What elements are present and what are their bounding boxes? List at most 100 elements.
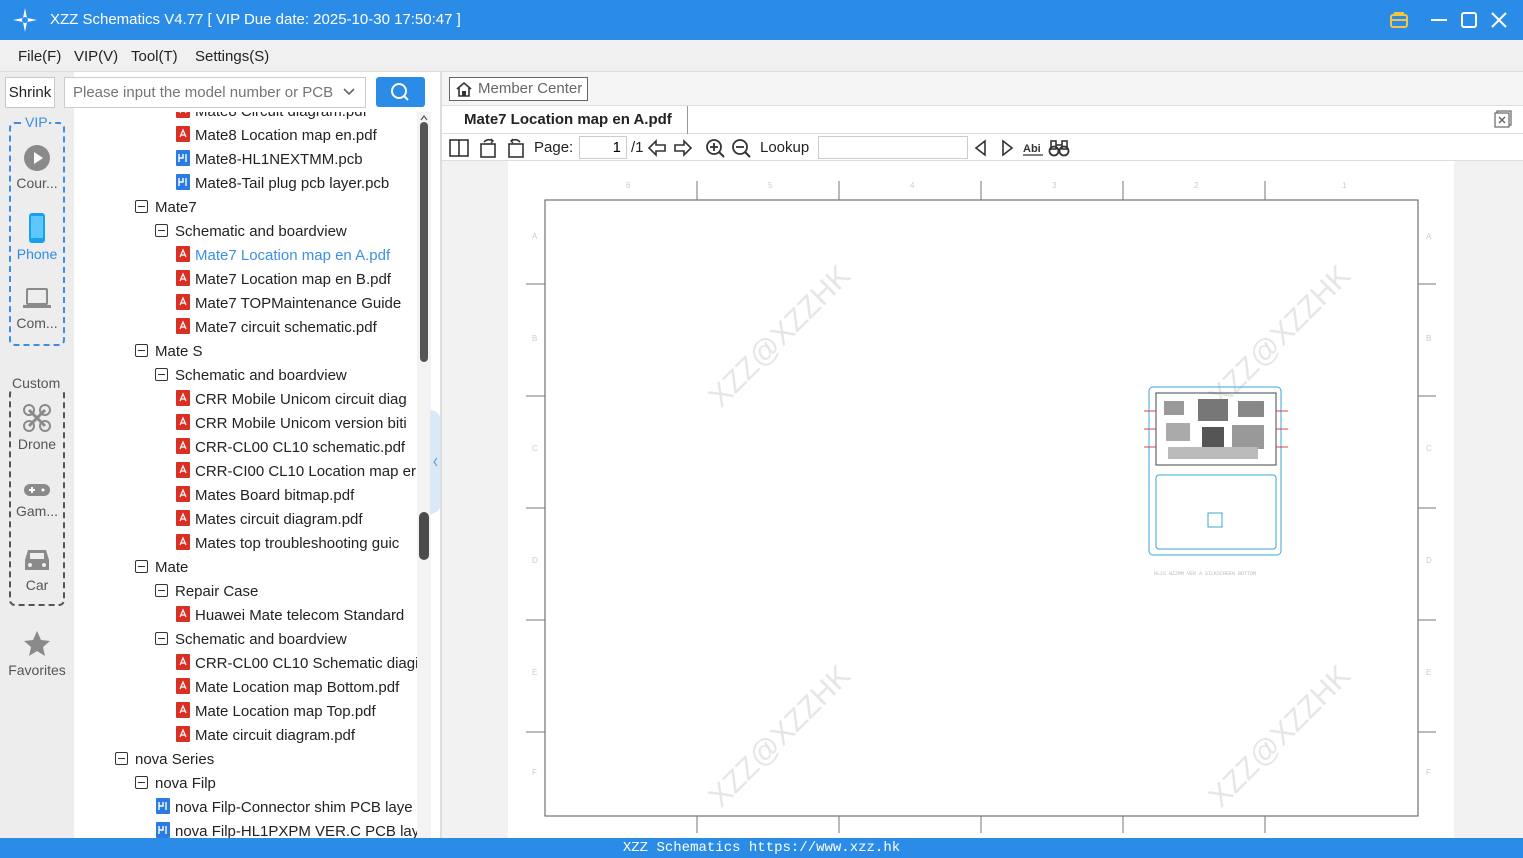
menu-tool[interactable]: Tool(T) bbox=[131, 48, 178, 65]
close-icon[interactable] bbox=[1487, 8, 1511, 32]
tree-item[interactable]: nova Filp-Connector shim PCB laye bbox=[156, 796, 413, 820]
search-button[interactable] bbox=[376, 77, 425, 107]
tree-item[interactable]: Mate circuit diagram.pdf bbox=[176, 724, 355, 748]
rotate-right-icon[interactable] bbox=[504, 137, 526, 159]
category-game[interactable]: Gam... bbox=[9, 480, 65, 519]
split-view-icon[interactable] bbox=[448, 137, 470, 159]
category-courses[interactable]: Cour... bbox=[9, 144, 65, 191]
category-phone[interactable]: Phone bbox=[9, 213, 65, 262]
tree-item[interactable]: CRR-CI00 CL10 Location map er bbox=[176, 460, 416, 484]
star-icon bbox=[24, 631, 50, 656]
pcb-icon bbox=[156, 798, 170, 815]
collapse-toggle[interactable] bbox=[115, 751, 128, 765]
find-prev-icon[interactable] bbox=[970, 137, 992, 159]
page-total: /1 bbox=[631, 139, 644, 156]
tree-item[interactable]: CRR-CL00 CL10 schematic.pdf bbox=[176, 436, 405, 460]
search-input[interactable] bbox=[65, 78, 335, 107]
tree-folder[interactable]: Mate7 bbox=[135, 196, 197, 220]
rotate-left-icon[interactable] bbox=[478, 137, 500, 159]
find-next-icon[interactable] bbox=[996, 137, 1018, 159]
collapse-toggle[interactable] bbox=[135, 775, 148, 789]
tree-item[interactable]: CRR-CL00 CL10 Schematic diagi bbox=[176, 652, 418, 676]
collapse-toggle[interactable] bbox=[135, 199, 148, 213]
svg-text:C: C bbox=[532, 444, 538, 453]
tree-scrollbar[interactable] bbox=[417, 112, 431, 838]
shrink-button[interactable]: Shrink bbox=[5, 77, 55, 108]
tree-item-label: CRR-CL00 CL10 schematic.pdf bbox=[195, 439, 406, 456]
tree-folder[interactable]: Schematic and boardview bbox=[155, 220, 347, 244]
svg-text:HL1S WZZMM VER A SILKSCREEN BO: HL1S WZZMM VER A SILKSCREEN BOTTOM bbox=[1154, 571, 1256, 577]
tree-item[interactable]: Mate8 Location map en.pdf bbox=[176, 124, 377, 148]
binoculars-icon[interactable] bbox=[1048, 137, 1070, 159]
category-label: Car bbox=[25, 577, 49, 593]
tree-item[interactable]: Mate7 Location map en B.pdf bbox=[176, 268, 391, 292]
svg-text:3: 3 bbox=[1052, 181, 1057, 190]
tree-item[interactable]: Mate Location map Bottom.pdf bbox=[176, 676, 399, 700]
tree-secondary-scroll-thumb[interactable] bbox=[419, 512, 429, 560]
tree-item[interactable]: Mate8-HL1NEXTMM.pcb bbox=[176, 148, 363, 172]
menu-file[interactable]: File(F) bbox=[18, 48, 61, 65]
drone-icon bbox=[23, 404, 51, 432]
play-circle-icon bbox=[24, 145, 50, 171]
collapse-toggle[interactable] bbox=[155, 631, 168, 645]
tree-scroll-thumb[interactable] bbox=[420, 122, 428, 362]
category-drone[interactable]: Drone bbox=[9, 403, 65, 452]
category-car[interactable]: Car bbox=[9, 546, 65, 593]
tree-item-label: CRR-CI00 CL10 Location map er bbox=[195, 463, 416, 480]
tree-item[interactable]: Mates circuit diagram.pdf bbox=[176, 508, 363, 532]
tree-folder[interactable]: Schematic and boardview bbox=[155, 364, 347, 388]
vip-badge-icon[interactable] bbox=[1387, 8, 1411, 32]
zoom-out-icon[interactable] bbox=[730, 137, 752, 159]
scroll-up-icon[interactable] bbox=[420, 114, 428, 122]
lookup-input[interactable] bbox=[818, 136, 968, 159]
tree-item-label: nova Filp-Connector shim PCB laye bbox=[175, 799, 413, 816]
category-favorites[interactable]: Favorites bbox=[4, 629, 70, 678]
close-tab-icon[interactable] bbox=[1494, 110, 1512, 128]
tree-item[interactable]: nova Filp-HL1PXPM VER.C PCB lay bbox=[156, 820, 419, 838]
collapse-toggle[interactable] bbox=[155, 367, 168, 381]
tree-item[interactable]: Mate8 Circuit diagram.pdf bbox=[176, 112, 367, 124]
tree-folder[interactable]: nova Filp bbox=[135, 772, 216, 796]
tree-folder[interactable]: Schematic and boardview bbox=[155, 628, 347, 652]
tree-item[interactable]: Mate8-Tail plug pcb layer.pcb bbox=[176, 172, 389, 196]
tree-item[interactable]: Mate7 circuit schematic.pdf bbox=[176, 316, 377, 340]
match-case-icon[interactable]: Abi bbox=[1022, 137, 1044, 159]
minimize-icon[interactable] bbox=[1427, 8, 1451, 32]
tree-item[interactable]: Mates Board bitmap.pdf bbox=[176, 484, 354, 508]
tree-item[interactable]: CRR Mobile Unicom circuit diag bbox=[176, 388, 407, 412]
prev-page-icon[interactable] bbox=[646, 137, 668, 159]
tree-item-selected[interactable]: Mate7 Location map en A.pdf bbox=[176, 244, 390, 268]
tree-item[interactable]: Mate Location map Top.pdf bbox=[176, 700, 376, 724]
svg-text:Abi: Abi bbox=[1023, 143, 1041, 155]
collapse-toggle[interactable] bbox=[135, 343, 148, 357]
svg-text:6: 6 bbox=[626, 181, 631, 190]
collapse-toggle[interactable] bbox=[135, 559, 148, 573]
tree-item[interactable]: Mate7 TOPMaintenance Guide bbox=[176, 292, 401, 316]
tree-item[interactable]: Huawei Mate telecom Standard bbox=[176, 604, 404, 628]
next-page-icon[interactable] bbox=[672, 137, 694, 159]
tree-folder[interactable]: Repair Case bbox=[155, 580, 258, 604]
maximize-icon[interactable] bbox=[1457, 8, 1481, 32]
tree-item[interactable]: Mates top troubleshooting guic bbox=[176, 532, 399, 556]
tree-item-label: Mate8-HL1NEXTMM.pcb bbox=[195, 151, 363, 168]
tree-item-label: Mate8 Location map en.pdf bbox=[195, 127, 377, 144]
tree-folder[interactable]: nova Series bbox=[115, 748, 214, 772]
tree-folder[interactable]: Mate bbox=[135, 556, 188, 580]
category-label: Gam... bbox=[15, 503, 58, 519]
pdf-icon bbox=[176, 294, 190, 311]
page-number-input[interactable] bbox=[579, 136, 627, 159]
pdf-page[interactable]: 6 5 4 3 2 1 A B C D E F A B C D E F XZZ@XZZHK XZZ@XZZHK… bbox=[508, 161, 1454, 838]
chevron-down-icon[interactable] bbox=[341, 84, 357, 100]
collapse-toggle[interactable] bbox=[155, 223, 168, 237]
menu-bar: File(F) VIP(V) Tool(T) Settings(S) bbox=[0, 40, 1523, 72]
tree-item-label: Repair Case bbox=[175, 583, 259, 600]
menu-vip[interactable]: VIP(V) bbox=[74, 48, 118, 65]
menu-settings[interactable]: Settings(S) bbox=[195, 48, 269, 65]
tree-folder[interactable]: Mate S bbox=[135, 340, 203, 364]
category-computer[interactable]: Com... bbox=[9, 286, 65, 331]
zoom-in-icon[interactable] bbox=[704, 137, 726, 159]
tree-item[interactable]: CRR Mobile Unicom version biti bbox=[176, 412, 407, 436]
member-center-button[interactable]: Member Center bbox=[449, 77, 588, 101]
collapse-toggle[interactable] bbox=[155, 583, 168, 597]
document-tab[interactable]: Mate7 Location map en A.pdf bbox=[450, 106, 688, 134]
